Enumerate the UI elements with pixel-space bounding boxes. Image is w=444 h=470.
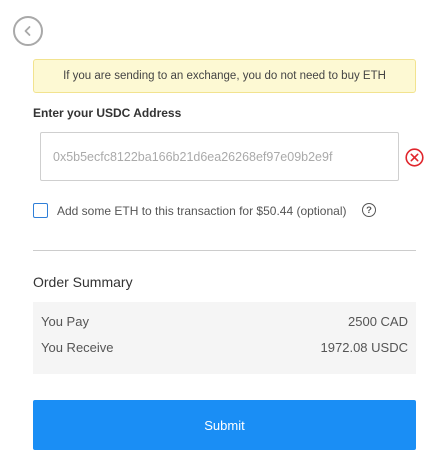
summary-row-receive: You Receive 1972.08 USDC [41, 338, 408, 356]
pay-label: You Pay [41, 313, 89, 329]
back-button[interactable] [13, 16, 43, 46]
clear-address-button[interactable] [405, 148, 424, 167]
submit-button[interactable]: Submit [33, 400, 416, 450]
usdc-address-input[interactable] [40, 132, 399, 181]
address-label: Enter your USDC Address [33, 106, 182, 120]
receive-label: You Receive [41, 339, 114, 355]
help-glyph: ? [366, 204, 372, 216]
divider [33, 250, 416, 251]
add-eth-checkbox[interactable] [33, 203, 48, 218]
order-summary-title: Order Summary [33, 274, 133, 290]
pay-value: 2500 CAD [348, 313, 408, 329]
close-circle-icon [405, 148, 424, 167]
add-eth-label: Add some ETH to this transaction for $50… [57, 204, 347, 218]
exchange-notice: If you are sending to an exchange, you d… [33, 59, 416, 93]
exchange-notice-text: If you are sending to an exchange, you d… [63, 70, 386, 82]
receive-value: 1972.08 USDC [320, 339, 408, 355]
order-summary-box: You Pay 2500 CAD You Receive 1972.08 USD… [33, 302, 416, 374]
question-icon[interactable]: ? [362, 203, 376, 217]
summary-row-pay: You Pay 2500 CAD [41, 312, 408, 330]
chevron-left-icon [24, 26, 31, 36]
